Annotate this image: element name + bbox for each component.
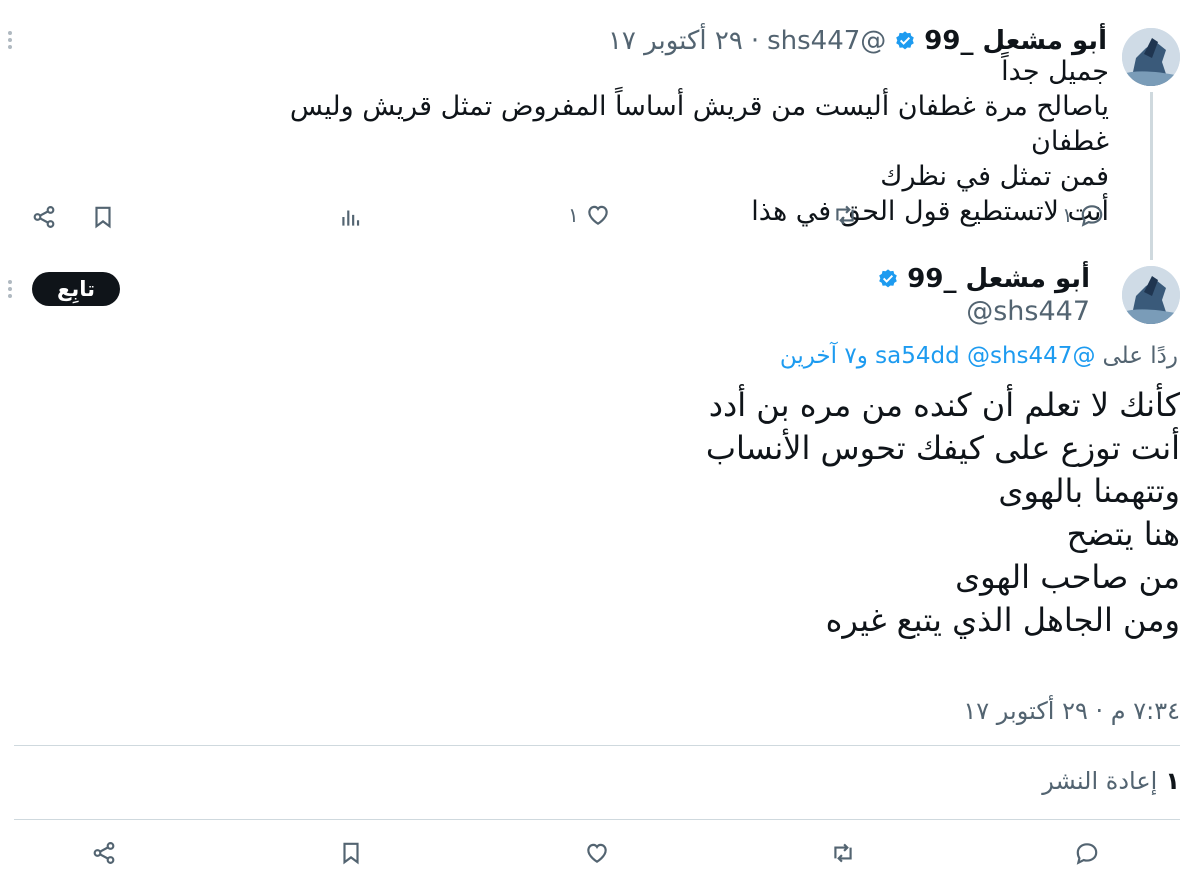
dot-separator: ·: [750, 26, 760, 56]
more-icon[interactable]: [4, 28, 16, 52]
tweet-line: كأنك لا تعلم أن كنده من مره بن أدد: [708, 386, 1180, 424]
retweet-button[interactable]: [830, 840, 856, 866]
share-icon: [93, 842, 115, 864]
bookmark-icon: [95, 206, 111, 229]
tweet-line: أنت توزع على كيفك تحوس الأنساب: [705, 429, 1180, 467]
bookmark-button[interactable]: [338, 840, 364, 866]
thread-line: [1150, 92, 1153, 260]
display-name[interactable]: أبو مشعل _99: [924, 26, 1107, 56]
reply-tweet-text: جميل جداً ياصالح مرة غطفان أليست من قريش…: [289, 54, 1109, 229]
divider: [14, 745, 1180, 746]
retweet-stats[interactable]: ١ إعادة النشر: [1042, 767, 1180, 795]
verified-badge-icon: [896, 31, 915, 50]
share-button[interactable]: [91, 840, 117, 866]
tweet-line: من صاحب الهوى: [955, 558, 1180, 596]
tweet-line: أنت لاتستطيع قول الحق في هذا: [751, 196, 1109, 227]
main-tweet-text: كأنك لا تعلم أن كنده من مره بن أدد أنت ت…: [420, 384, 1180, 642]
main-header-name: أبو مشعل _99: [877, 264, 1090, 294]
reply-button[interactable]: ١: [1062, 202, 1105, 228]
avatar[interactable]: [1122, 266, 1180, 324]
tweet-line: ياصالح مرة غطفان أليست من قريش أساساً ال…: [289, 91, 1109, 157]
like-button[interactable]: ١: [568, 202, 611, 228]
views-button[interactable]: [338, 204, 364, 230]
tweet-date[interactable]: ٢٩ أكتوبر ١٧: [608, 26, 743, 56]
like-button[interactable]: [584, 840, 610, 866]
display-name[interactable]: أبو مشعل _99: [907, 264, 1090, 294]
retweet-count: ١: [1165, 767, 1180, 795]
tweet-line: ومن الجاهل الذي يتبع غيره: [825, 601, 1180, 639]
tweet-line: فمن تمثل في نظرك: [880, 161, 1109, 192]
more-icon[interactable]: [4, 277, 16, 301]
reply-button[interactable]: [1074, 840, 1100, 866]
retweet-button[interactable]: [832, 202, 858, 228]
divider: [14, 819, 1180, 820]
tweet-line: هنا يتضح: [1066, 515, 1180, 553]
retweet-icon: [834, 843, 852, 863]
reply-count: ١: [1062, 203, 1073, 227]
retweet-icon: [836, 205, 854, 225]
bookmark-button[interactable]: [90, 204, 116, 230]
reply-icon: [1081, 205, 1103, 227]
follow-button[interactable]: تابِع: [32, 272, 120, 306]
reply-header: أبو مشعل _99 @shs447 · ٢٩ أكتوبر ١٧: [608, 26, 1107, 56]
tweet-timestamp[interactable]: ٧:٣٤ م · ٢٩ أكتوبر ١٧: [963, 697, 1180, 725]
handle[interactable]: @shs447: [767, 26, 886, 56]
verified-badge-icon: [879, 269, 898, 288]
follow-label: تابِع: [56, 277, 95, 301]
retweet-label: إعادة النشر: [1042, 767, 1158, 795]
reply-icon: [1076, 843, 1098, 865]
replying-prefix: ردًا على: [1102, 343, 1178, 369]
like-icon: [587, 205, 608, 225]
share-button[interactable]: [31, 204, 57, 230]
bookmark-icon: [343, 842, 359, 865]
tweet-line: وتتهمنا بالهوى: [998, 472, 1180, 510]
avatar[interactable]: [1122, 28, 1180, 86]
like-icon: [587, 843, 607, 863]
tweet-line: جميل جداً: [1001, 56, 1109, 87]
share-icon: [33, 206, 55, 228]
like-count: ١: [568, 203, 579, 227]
views-icon: [342, 210, 360, 226]
replying-to: ردًا على @sa54dd @shs447 و٧ آخرين: [780, 343, 1178, 369]
replying-to-link[interactable]: @sa54dd @shs447 و٧ آخرين: [780, 343, 1096, 369]
handle[interactable]: @shs447: [966, 296, 1090, 327]
